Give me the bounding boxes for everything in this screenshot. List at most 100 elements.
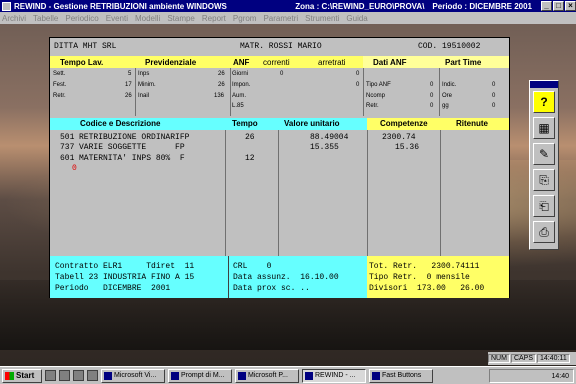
- calculator-icon[interactable]: ▦: [533, 117, 555, 139]
- prev-value[interactable]: 136: [214, 93, 224, 99]
- row-desc: VARIE SOGGETTE FP: [79, 143, 185, 152]
- dati-anf-label: Retr.: [366, 103, 379, 109]
- menu-bar: Archivi Tabelle Periodico Eventi Modelli…: [0, 12, 576, 24]
- tempo-label: Retr.: [53, 93, 66, 99]
- col-codice-heading: Codice e Descrizione: [80, 119, 161, 128]
- row-competenze: 2300.74: [382, 133, 416, 142]
- task-label: Fast Buttons: [382, 372, 422, 379]
- col-divider: [367, 130, 368, 256]
- task-rewind[interactable]: REWIND - ...: [302, 368, 366, 383]
- period-label: Periodo : DICEMBRE 2001: [432, 1, 532, 11]
- table-header-yellow: Competenze Ritenute: [367, 118, 509, 130]
- anf-heading: ANF: [233, 57, 250, 67]
- task-fast-buttons[interactable]: Fast Buttons: [369, 368, 433, 383]
- menu-eventi[interactable]: Eventi: [106, 14, 128, 23]
- menu-archivi[interactable]: Archivi: [2, 14, 26, 23]
- task-label: Prompt di M...: [181, 372, 225, 379]
- part-time-label: gg: [442, 103, 449, 109]
- previdenziale-heading: Previdenziale: [145, 57, 197, 67]
- dati-anf-label: Ncomp: [366, 93, 386, 99]
- totals-info: Tot. Retr. 2300.74111 Tipo Retr. 0 mensi…: [367, 256, 509, 298]
- anf-arretrati[interactable]: 0: [356, 82, 359, 88]
- task-label: REWIND - ...: [315, 372, 356, 379]
- tempo-lav-heading: Tempo Lav.: [60, 57, 104, 67]
- col-tempo-heading: Tempo: [232, 119, 258, 128]
- start-label: Start: [16, 371, 35, 380]
- anf-label: Giorni: [232, 71, 249, 77]
- task-icon: [104, 371, 112, 380]
- tempo-prev-head: Tempo Lav. Previdenziale: [50, 56, 230, 68]
- employee-header: DITTA MHT SRL MATR. ROSSI MARIO COD. 195…: [50, 38, 509, 54]
- prev-value[interactable]: 26: [218, 82, 225, 88]
- menu-pgrom[interactable]: Pgrom: [233, 14, 257, 23]
- menu-modelli[interactable]: Modelli: [135, 14, 160, 23]
- dati-anf-value[interactable]: 0: [430, 93, 433, 99]
- quicklaunch-channels-icon[interactable]: [87, 370, 98, 381]
- tempo-value[interactable]: 5: [128, 71, 131, 77]
- col-valore-heading: Valore unitario: [284, 119, 340, 128]
- divisori-line: Divisori 173.00 26.00: [369, 284, 485, 293]
- task-microsoft-vi[interactable]: Microsoft Vi...: [101, 368, 165, 383]
- anf-arretrati[interactable]: 0: [356, 71, 359, 77]
- menu-stampe[interactable]: Stampe: [167, 14, 195, 23]
- print-icon[interactable]: ⎙: [533, 221, 555, 243]
- menu-strumenti[interactable]: Strumenti: [305, 14, 339, 23]
- row-valore: 88.49004: [310, 133, 349, 142]
- col-divider: [278, 130, 279, 256]
- title-bar[interactable]: REWIND - Gestione RETRIBUZIONI ambiente …: [0, 0, 576, 12]
- dati-anf-label: Tipo ANF: [366, 82, 391, 88]
- divider: [363, 68, 364, 116]
- fast-buttons-toolbar: ? ▦ ✎ ⎘ ⎗ ⎙: [529, 80, 559, 250]
- row-code: 601: [60, 154, 75, 163]
- toolbar-titlebar[interactable]: [530, 81, 558, 88]
- menu-report[interactable]: Report: [202, 14, 226, 23]
- quicklaunch-outlook-icon[interactable]: [59, 370, 70, 381]
- status-time: 14:40:11: [537, 354, 570, 363]
- col-ritenute-heading: Ritenute: [456, 119, 488, 128]
- quicklaunch-ie-icon[interactable]: [45, 370, 56, 381]
- task-microsoft-p[interactable]: Microsoft P...: [235, 368, 299, 383]
- row-valore: 15.355: [310, 143, 339, 152]
- anf-label: L.85: [232, 103, 244, 109]
- row-desc: MATERNITA' INPS 80% F: [79, 154, 185, 163]
- quicklaunch-desktop-icon[interactable]: [73, 370, 84, 381]
- system-tray: 14:40: [489, 369, 574, 383]
- anf-head: ANF correnti arretrati: [230, 56, 363, 68]
- tempo-value[interactable]: 26: [125, 93, 132, 99]
- import-icon[interactable]: ⎗: [533, 195, 555, 217]
- tipo-retr-line: Tipo Retr. 0 mensile: [369, 273, 470, 282]
- row-code-new[interactable]: 0: [72, 164, 77, 173]
- export-icon[interactable]: ⎘: [533, 169, 555, 191]
- crl-line: CRL 0: [233, 262, 272, 271]
- num-indicator: NUM: [488, 354, 510, 363]
- table-header-cyan: Codice e Descrizione Tempo Valore unitar…: [50, 118, 367, 130]
- tray-clock[interactable]: 14:40: [551, 373, 569, 380]
- help-icon[interactable]: ?: [533, 91, 555, 113]
- row-code: 501: [60, 133, 75, 142]
- dati-anf-value[interactable]: 0: [430, 82, 433, 88]
- anf-label: Impon.: [232, 82, 251, 88]
- part-time-value[interactable]: 0: [492, 93, 495, 99]
- maximize-button[interactable]: □: [553, 1, 564, 11]
- tools-icon[interactable]: ✎: [533, 143, 555, 165]
- menu-periodico[interactable]: Periodico: [65, 14, 98, 23]
- part-time-value[interactable]: 0: [492, 103, 495, 109]
- part-time-value[interactable]: 0: [492, 82, 495, 88]
- menu-guida[interactable]: Guida: [346, 14, 367, 23]
- anf-correnti[interactable]: 0: [280, 71, 283, 77]
- prev-label: Inps: [138, 71, 150, 77]
- correnti-heading: correnti: [263, 57, 290, 67]
- menu-parametri[interactable]: Parametri: [263, 14, 298, 23]
- prev-label: Minim.: [138, 82, 156, 88]
- tempo-value[interactable]: 17: [125, 82, 132, 88]
- menu-tabelle[interactable]: Tabelle: [33, 14, 58, 23]
- anf-pt-head: Dati ANF Part Time: [363, 56, 509, 68]
- start-button[interactable]: Start: [2, 368, 42, 383]
- dati-anf-value[interactable]: 0: [430, 103, 433, 109]
- prev-value[interactable]: 26: [218, 71, 225, 77]
- close-button[interactable]: ×: [565, 1, 576, 11]
- task-prompt[interactable]: Prompt di M...: [168, 368, 232, 383]
- minimize-button[interactable]: _: [541, 1, 552, 11]
- status-bar: NUM CAPS 14:40:11: [488, 352, 576, 365]
- employee-code: COD. 19510002: [418, 41, 481, 51]
